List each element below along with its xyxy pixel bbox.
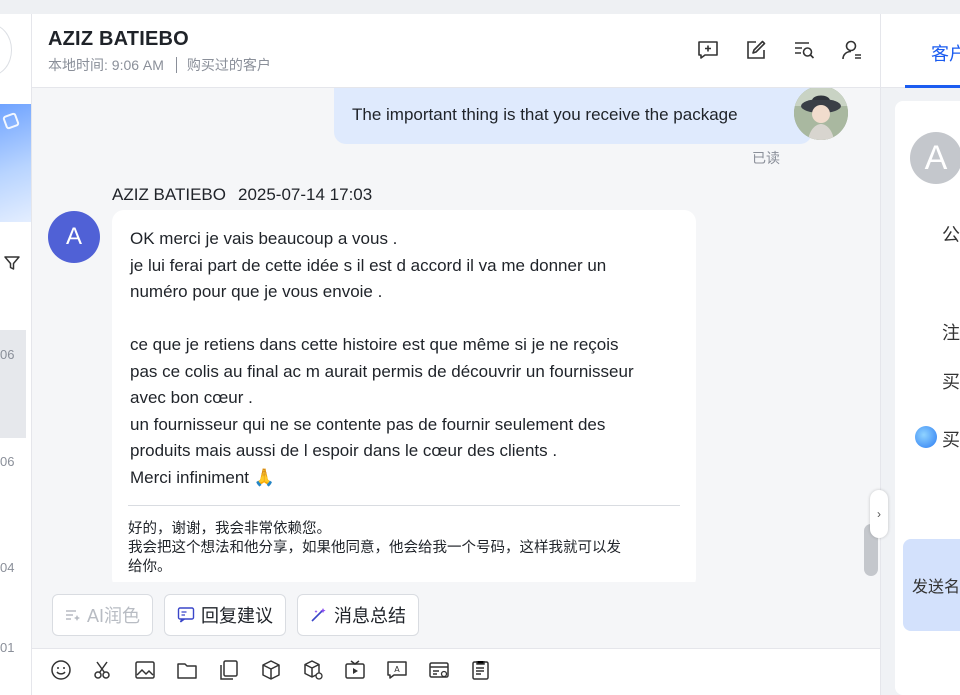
message-line: produits mais aussi de l espoir dans le … bbox=[130, 441, 558, 460]
svg-text:A: A bbox=[394, 665, 400, 674]
list-item-time: 01 bbox=[0, 640, 15, 655]
composer-toolbar: A bbox=[50, 659, 492, 681]
customer-panel-tabs: 客户 bbox=[881, 14, 960, 88]
outgoing-message-bubble[interactable]: The important thing is that you receive … bbox=[334, 88, 812, 144]
chat-header: AZIZ BATIEBO 本地时间: 9:06 AM 购买过的客户 bbox=[32, 14, 880, 88]
list-item-time: 06 bbox=[0, 347, 15, 362]
window-top-strip bbox=[0, 0, 960, 14]
video-icon[interactable] bbox=[344, 659, 366, 681]
message-list[interactable]: The important thing is that you receive … bbox=[32, 88, 880, 582]
customer-panel: 客户 A 公 注 买 买 发送名 bbox=[880, 14, 960, 695]
customer-avatar[interactable]: A bbox=[48, 211, 100, 263]
contact-name[interactable]: AZIZ BATIEBO bbox=[48, 28, 189, 51]
divider bbox=[175, 57, 177, 73]
scissors-icon[interactable] bbox=[92, 659, 114, 681]
ai-translate-icon[interactable]: A bbox=[386, 659, 408, 681]
quick-reply-icon[interactable] bbox=[696, 38, 720, 62]
collapse-panel-toggle[interactable]: › bbox=[870, 490, 888, 538]
ai-sparkle-icon bbox=[915, 426, 937, 448]
message-line: avec bon cœur . bbox=[130, 388, 253, 407]
info-label: 买 bbox=[942, 430, 960, 450]
info-label: 注 bbox=[942, 323, 960, 343]
message-line: ce que je retiens dans cette histoire es… bbox=[130, 335, 619, 354]
edit-icon[interactable] bbox=[744, 38, 768, 62]
customer-profile-avatar: A bbox=[910, 132, 960, 184]
ai-action-bar: AI润色 回复建议 消息总结 bbox=[52, 594, 420, 636]
customer-info-card: A 公 注 买 买 发送名 bbox=[895, 101, 960, 695]
contact-subline: 本地时间: 9:06 AM 购买过的客户 bbox=[48, 55, 271, 75]
active-tab-indicator bbox=[905, 85, 960, 88]
info-label: 公 bbox=[942, 225, 960, 245]
reply-suggestion-icon bbox=[177, 607, 195, 623]
search-messages-icon[interactable] bbox=[792, 38, 816, 62]
message-meta: AZIZ BATIEBO 2025-07-14 17:03 bbox=[112, 185, 372, 205]
banner-sparkle-icon bbox=[2, 112, 20, 130]
message-summary-button[interactable]: 消息总结 bbox=[297, 594, 420, 636]
read-status: 已读 bbox=[752, 150, 780, 166]
summary-sparkle-icon bbox=[311, 608, 326, 622]
incoming-message-bubble[interactable]: OK merci je vais beaucoup a vous . je lu… bbox=[112, 210, 696, 582]
tab-customer[interactable]: 客户 bbox=[931, 40, 960, 66]
list-avatar[interactable] bbox=[0, 24, 12, 76]
message-line bbox=[130, 306, 678, 333]
message-line: OK merci je vais beaucoup a vous . bbox=[130, 229, 398, 248]
agent-avatar bbox=[794, 88, 848, 140]
copy-icon[interactable] bbox=[218, 659, 240, 681]
message-line: Merci infiniment 🙏 bbox=[130, 467, 275, 487]
message-summary-label: 消息总结 bbox=[334, 606, 407, 626]
message-timestamp: 2025-07-14 17:03 bbox=[237, 185, 373, 204]
message-line: un fournisseur qui ne se contente pas de… bbox=[130, 414, 606, 434]
message-line: pas ce colis au final ac m aurait permis… bbox=[130, 361, 634, 381]
conversation-list: 06 06 04 01 bbox=[0, 14, 32, 695]
translation-line: 给你。 bbox=[128, 559, 172, 575]
message-line: je lui ferai part de cette idée s il est… bbox=[130, 255, 607, 275]
translation-divider bbox=[128, 505, 680, 506]
chat-panel: AZIZ BATIEBO 本地时间: 9:06 AM 购买过的客户 The im… bbox=[32, 14, 888, 695]
promo-banner[interactable] bbox=[0, 104, 31, 222]
customer-profile-icon[interactable] bbox=[840, 38, 864, 62]
ai-polish-button[interactable]: AI润色 bbox=[52, 594, 154, 636]
send-card-button[interactable]: 发送名 bbox=[903, 539, 960, 631]
sender-name: AZIZ BATIEBO bbox=[112, 185, 226, 204]
image-icon[interactable] bbox=[134, 659, 156, 681]
polish-icon bbox=[66, 610, 80, 621]
product-icon[interactable] bbox=[260, 659, 282, 681]
template-icon[interactable] bbox=[470, 659, 492, 681]
list-item-time: 04 bbox=[0, 560, 15, 575]
message-line: numéro pour que je vous envoie . bbox=[130, 282, 383, 301]
translation-line: 好的，谢谢，我会非常依赖您。 bbox=[128, 521, 331, 537]
translation-line: 我会把这个想法和他分享，如果他同意，他会给我一个号码，这样我就可以发 bbox=[128, 540, 621, 556]
list-item-time: 06 bbox=[0, 454, 15, 469]
folder-icon[interactable] bbox=[176, 659, 198, 681]
emoji-icon[interactable] bbox=[50, 659, 72, 681]
local-time: 本地时间: 9:06 AM bbox=[48, 57, 164, 73]
filter-icon[interactable] bbox=[3, 254, 21, 277]
package-icon[interactable] bbox=[302, 659, 324, 681]
reply-suggestion-button[interactable]: 回复建议 bbox=[164, 594, 287, 636]
info-label: 买 bbox=[942, 372, 960, 392]
customer-tag: 购买过的客户 bbox=[186, 57, 271, 73]
ai-polish-label: AI润色 bbox=[87, 606, 141, 626]
reply-suggestion-label: 回复建议 bbox=[201, 606, 274, 626]
card-icon[interactable] bbox=[428, 659, 450, 681]
